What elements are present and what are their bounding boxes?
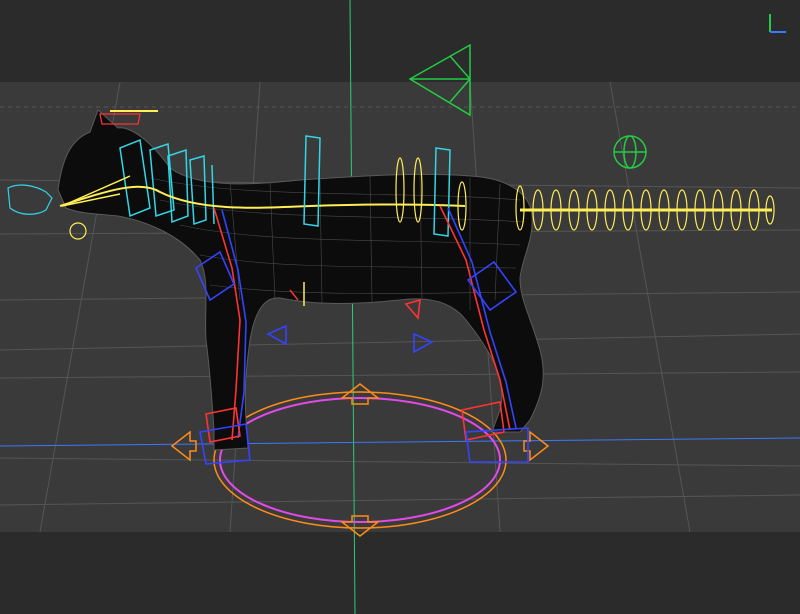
- 3d-viewport[interactable]: [0, 0, 800, 614]
- top-band: [0, 0, 800, 82]
- viewport-canvas[interactable]: [0, 0, 800, 614]
- axis-indicator-icon[interactable]: [764, 12, 788, 36]
- bottom-band: [0, 532, 800, 614]
